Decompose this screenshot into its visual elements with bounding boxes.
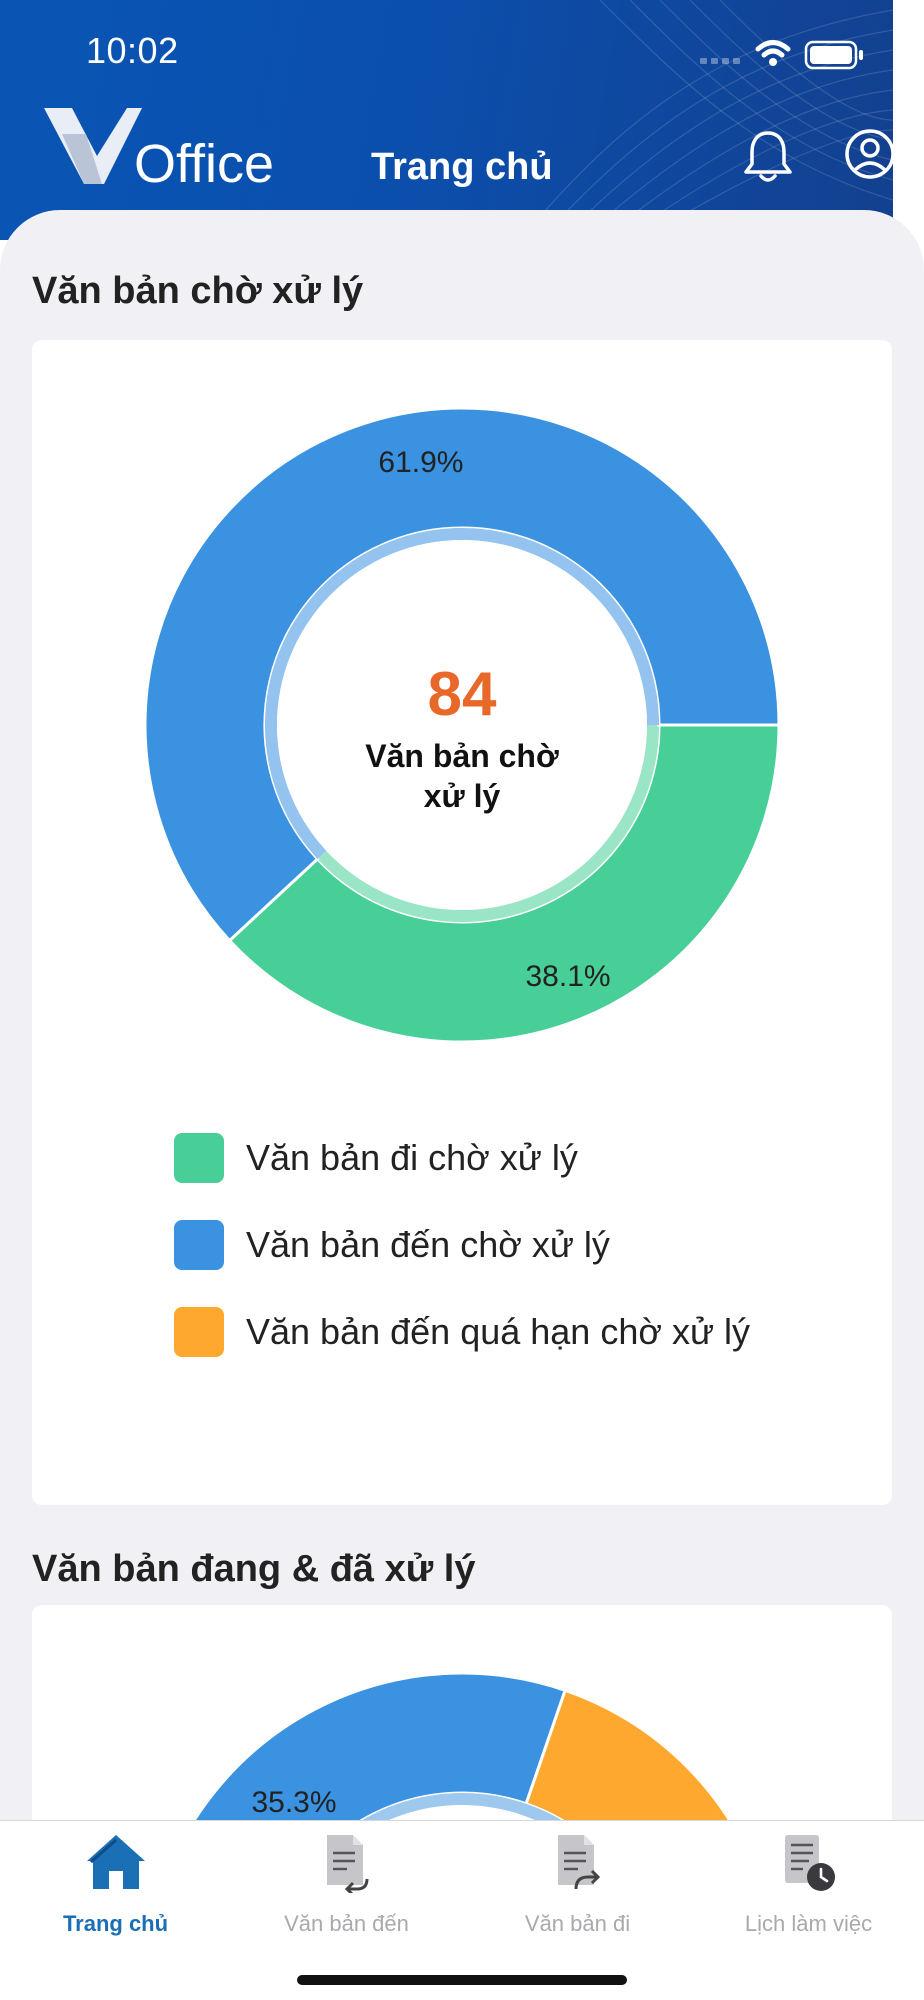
home-icon — [86, 1835, 145, 1889]
home-indicator — [297, 1975, 627, 1985]
legend-item-incoming-pending[interactable]: Văn bản đến chờ xử lý — [174, 1220, 610, 1270]
bottom-tab-bar: Trang chủ Văn bản đến Văn bản đi Lịch là… — [0, 1820, 924, 2000]
tab-label: Văn bản đi — [524, 1911, 631, 1936]
legend-label: Văn bản đi chờ xử lý — [246, 1137, 578, 1178]
tab-label: Văn bản đến — [284, 1911, 409, 1936]
tab-label: Lịch làm việc — [744, 1911, 873, 1936]
tab-outgoing-documents[interactable]: Văn bản đi — [462, 1831, 693, 1941]
page-title: Trang chủ — [371, 146, 553, 188]
pending-section-title: Văn bản chờ xử lý — [32, 270, 364, 312]
svg-text:Office: Office — [134, 134, 274, 190]
pending-chart-card: 38.1% 61.9% 84 Văn bản chờ xử lý Văn bản đi … — [32, 340, 892, 1505]
cellular-signal-icon — [700, 58, 740, 64]
tab-work-schedule[interactable]: Lịch làm việc — [693, 1831, 924, 1941]
processed-section-title: Văn bản đang & đã xử lý — [32, 1548, 476, 1590]
center-count: 84 — [428, 660, 497, 729]
calendar-schedule-icon — [784, 1835, 835, 1891]
legend-swatch — [174, 1307, 224, 1357]
status-time: 10:02 — [86, 30, 179, 71]
pending-donut-chart[interactable]: 38.1% 61.9% 84 Văn bản chờ xử lý — [32, 340, 892, 1060]
profile-icon[interactable] — [844, 128, 893, 180]
app-header: 10:02 Office Trang chủ — [0, 0, 893, 240]
tab-label: Trang chủ — [62, 1911, 169, 1936]
legend-label: Văn bản đến chờ xử lý — [246, 1224, 610, 1265]
legend-label: Văn bản đến quá hạn chờ xử lý — [246, 1311, 751, 1352]
wifi-icon — [755, 40, 791, 58]
donut-value-label: 38.1% — [526, 960, 611, 993]
legend-swatch — [174, 1133, 224, 1183]
legend-item-incoming-overdue[interactable]: Văn bản đến quá hạn chờ xử lý — [174, 1307, 750, 1357]
outgoing-document-icon — [557, 1835, 600, 1890]
legend-swatch — [174, 1220, 224, 1270]
donut-value-label: 61.9% — [378, 446, 463, 479]
tab-incoming-documents[interactable]: Văn bản đến — [231, 1831, 462, 1941]
tab-home[interactable]: Trang chủ — [0, 1831, 231, 1941]
status-icons — [700, 40, 863, 70]
center-label: Văn bản chờ — [365, 738, 559, 774]
center-label: xử lý — [424, 778, 501, 814]
bell-icon[interactable] — [742, 128, 794, 184]
main-content[interactable]: Văn bản chờ xử lý 38.1% 61.9% 84 Văn bản ch… — [0, 210, 924, 1865]
legend-item-outgoing-pending[interactable]: Văn bản đi chờ xử lý — [174, 1133, 578, 1183]
voffice-logo: Office — [42, 100, 282, 195]
incoming-document-icon — [326, 1835, 368, 1893]
donut-value-label: 35.3% — [251, 1786, 336, 1819]
battery-icon — [804, 40, 863, 70]
